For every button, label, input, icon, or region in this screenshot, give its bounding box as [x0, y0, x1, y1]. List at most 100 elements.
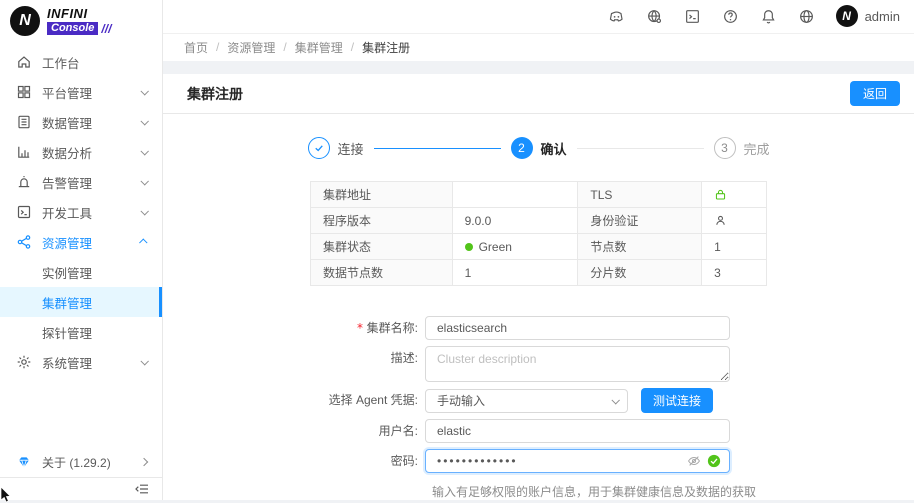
bar-chart-icon: [16, 144, 32, 160]
gear-icon: [16, 354, 32, 370]
help-icon[interactable]: [722, 8, 739, 25]
sidebar-item-devtools[interactable]: 开发工具: [0, 197, 162, 227]
notification-bell-icon[interactable]: [760, 8, 777, 25]
table-row: 集群状态 Green 节点数 1: [311, 234, 767, 260]
step-label: 确认: [541, 139, 567, 158]
step-connector: [374, 148, 501, 149]
agent-credential-label: 选择 Agent 凭据:: [163, 388, 425, 412]
summary-value-data-nodes: 1: [452, 260, 578, 286]
logo-text: INFINI Console ///: [47, 7, 111, 35]
summary-value-shards: 3: [702, 260, 767, 286]
sidebar-item-label: 告警管理: [42, 173, 141, 192]
cluster-name-label: *集群名称:: [163, 316, 425, 340]
gem-icon: [16, 454, 32, 470]
chevron-down-icon: [140, 87, 148, 95]
summary-value-nodes: 1: [702, 234, 767, 260]
alarm-bell-icon: [16, 174, 32, 190]
sidebar-item-data-management[interactable]: 数据管理: [0, 107, 162, 137]
step-connect: 连接: [308, 137, 364, 159]
breadcrumb: 首页 / 资源管理 / 集群管理 / 集群注册: [163, 34, 914, 62]
summary-value-health: Green: [452, 234, 578, 260]
sidebar-item-platform[interactable]: 平台管理: [0, 77, 162, 107]
step-confirm: 2 确认: [511, 137, 567, 159]
mouse-cursor: [0, 487, 14, 503]
sidebar-item-alerting[interactable]: 告警管理: [0, 167, 162, 197]
username-input[interactable]: [425, 419, 730, 443]
step-label: 连接: [338, 139, 364, 158]
chevron-down-icon: [140, 177, 148, 185]
breadcrumb-resources[interactable]: 资源管理: [227, 39, 275, 56]
cluster-register-card: 集群注册 返回 连接 2 确认 3 完成: [163, 74, 914, 500]
summary-label: 集群状态: [311, 234, 453, 260]
description-label: 描述:: [163, 346, 425, 370]
terminal-icon[interactable]: [684, 8, 701, 25]
step-connector: [577, 148, 704, 149]
chevron-down-icon: [140, 357, 148, 365]
summary-label: 节点数: [578, 234, 702, 260]
breadcrumb-separator: /: [216, 40, 219, 54]
infini-logo-icon: N: [10, 6, 40, 36]
user-menu[interactable]: N admin: [836, 5, 900, 27]
description-textarea[interactable]: [425, 346, 730, 382]
eye-invisible-icon[interactable]: [687, 454, 701, 468]
summary-label: 数据节点数: [311, 260, 453, 286]
cluster-summary-table: 集群地址 TLS 程序版本 9.0.0 身份验证: [310, 181, 767, 286]
username-label: 用户名:: [163, 419, 425, 443]
sidebar-item-label: 平台管理: [42, 83, 141, 102]
password-input[interactable]: [425, 449, 730, 473]
language-globe-icon[interactable]: [798, 8, 815, 25]
sidebar-item-about[interactable]: 关于 (1.29.2): [0, 447, 162, 477]
agent-credential-select[interactable]: 手动输入: [425, 389, 628, 413]
sidebar-item-label: 开发工具: [42, 203, 141, 222]
sidebar-subitem-probes[interactable]: 探针管理: [0, 317, 162, 347]
sidebar-item-system[interactable]: 系统管理: [0, 347, 162, 377]
back-button[interactable]: 返回: [850, 81, 900, 106]
steps-indicator: 连接 2 确认 3 完成: [308, 137, 770, 159]
required-asterisk: *: [356, 321, 363, 335]
test-connection-button[interactable]: 测试连接: [641, 388, 713, 413]
sidebar-item-data-analysis[interactable]: 数据分析: [0, 137, 162, 167]
discord-icon[interactable]: [608, 8, 625, 25]
health-green-dot: [465, 243, 473, 251]
sidebar: N INFINI Console /// 工作台 平台管理 数据管理 数据分析: [0, 0, 163, 500]
form-row-description: 描述:: [163, 346, 914, 382]
brand-product: Console: [47, 22, 98, 35]
summary-value-version: 9.0.0: [452, 208, 578, 234]
table-row: 数据节点数 1 分片数 3: [311, 260, 767, 286]
chevron-down-icon: [611, 396, 619, 404]
sidebar-subitem-label: 探针管理: [42, 323, 92, 342]
home-icon: [16, 54, 32, 70]
sidebar-item-label: 数据管理: [42, 113, 141, 132]
sidebar-subitem-clusters[interactable]: 集群管理: [0, 287, 162, 317]
sidebar-item-resources[interactable]: 资源管理: [0, 227, 162, 257]
chevron-down-icon: [140, 207, 148, 215]
summary-label: 身份验证: [578, 208, 702, 234]
sidebar-item-label: 系统管理: [42, 353, 141, 372]
sidebar-item-workbench[interactable]: 工作台: [0, 47, 162, 77]
app-logo[interactable]: N INFINI Console ///: [0, 0, 162, 42]
step-label: 完成: [744, 139, 770, 158]
about-label: 关于 (1.29.2): [42, 454, 141, 471]
chevron-down-icon: [140, 147, 148, 155]
top-header: N admin: [163, 0, 914, 34]
platform-grid-icon: [16, 84, 32, 100]
form-row-password: 密码:: [163, 449, 914, 473]
cluster-name-input[interactable]: [425, 316, 730, 340]
table-row: 集群地址 TLS: [311, 182, 767, 208]
sidebar-item-label: 数据分析: [42, 143, 141, 162]
sidebar-subitem-instances[interactable]: 实例管理: [0, 257, 162, 287]
password-label: 密码:: [163, 449, 425, 473]
breadcrumb-current: 集群注册: [362, 39, 410, 56]
sidebar-item-label: 资源管理: [42, 233, 141, 252]
website-globe-icon[interactable]: [646, 8, 663, 25]
console-square-icon: [16, 204, 32, 220]
brand-slashes: ///: [101, 23, 111, 35]
breadcrumb-clusters[interactable]: 集群管理: [295, 39, 343, 56]
menu-fold-icon[interactable]: [134, 481, 150, 497]
breadcrumb-separator: /: [283, 40, 286, 54]
sidebar-footer: 关于 (1.29.2): [0, 447, 162, 500]
breadcrumb-home[interactable]: 首页: [184, 39, 208, 56]
sidebar-menu: 工作台 平台管理 数据管理 数据分析 告警管理 开发工具: [0, 42, 162, 377]
summary-label: 程序版本: [311, 208, 453, 234]
sidebar-subitem-label: 集群管理: [42, 293, 92, 312]
